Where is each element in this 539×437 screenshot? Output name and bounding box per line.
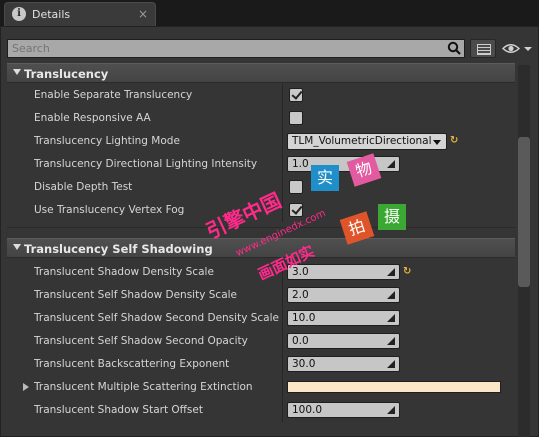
- column-divider[interactable]: [282, 307, 283, 330]
- row-shadow-start-offset: Translucent Shadow Start Offset 100.0: [7, 399, 515, 422]
- column-divider[interactable]: [282, 176, 283, 199]
- property-label: Translucent Backscattering Exponent: [34, 358, 230, 370]
- row-self-shadow-density: Translucent Self Shadow Density Scale 2.…: [7, 284, 515, 307]
- info-icon: i: [12, 7, 26, 21]
- chevron-down-icon: [433, 140, 441, 145]
- column-divider[interactable]: [282, 399, 283, 422]
- section-translucency[interactable]: Translucency: [7, 63, 515, 83]
- depth-test-checkbox[interactable]: [289, 180, 303, 194]
- property-label: Enable Separate Translucency: [34, 89, 193, 101]
- tab-title: Details: [32, 8, 71, 21]
- reset-to-default-icon[interactable]: ↻: [450, 135, 458, 146]
- drag-grip-icon: [387, 314, 395, 322]
- property-label: Translucency Directional Lighting Intens…: [34, 158, 258, 170]
- column-divider[interactable]: [282, 130, 283, 153]
- property-label: Disable Depth Test: [34, 181, 133, 193]
- shadow-density-scale-input[interactable]: 3.0: [287, 264, 400, 280]
- property-label: Translucent Self Shadow Density Scale: [34, 289, 238, 301]
- search-icon[interactable]: [447, 41, 461, 55]
- numeric-value: 30.0: [292, 358, 316, 370]
- drag-grip-icon: [387, 337, 395, 345]
- column-divider[interactable]: [282, 353, 283, 376]
- drag-grip-icon: [387, 406, 395, 414]
- extinction-color-swatch[interactable]: [287, 381, 501, 393]
- property-label: Enable Responsive AA: [34, 112, 151, 124]
- watermark-badge: 实: [311, 165, 339, 191]
- search-row: [7, 39, 535, 59]
- backscattering-exponent-input[interactable]: 30.0: [287, 356, 400, 372]
- row-multiple-scattering-extinction: Translucent Multiple Scattering Extincti…: [7, 376, 515, 399]
- column-divider[interactable]: [282, 84, 283, 107]
- property-label: Translucent Self Shadow Second Density S…: [34, 312, 279, 324]
- drag-grip-icon: [387, 268, 395, 276]
- tab-bar: i Details ×: [0, 0, 539, 26]
- row-directional-intensity: Translucency Directional Lighting Intens…: [7, 153, 515, 176]
- column-divider[interactable]: [282, 153, 283, 176]
- close-icon[interactable]: ×: [138, 7, 148, 21]
- drag-grip-icon: [387, 160, 395, 168]
- separate-translucency-checkbox[interactable]: [289, 88, 303, 102]
- numeric-value: 2.0: [292, 289, 309, 301]
- dropdown-value: TLM_VolumetricDirectional: [292, 135, 432, 147]
- numeric-value: 100.0: [292, 404, 323, 416]
- row-lighting-mode: Translucency Lighting Mode TLM_Volumetri…: [7, 130, 515, 153]
- property-label: Translucent Shadow Start Offset: [34, 404, 203, 416]
- vertex-fog-checkbox[interactable]: [289, 203, 303, 217]
- numeric-value: 1.0: [292, 158, 309, 170]
- property-matrix-button[interactable]: [470, 39, 496, 58]
- view-options-eye-icon[interactable]: [501, 39, 533, 58]
- numeric-value: 10.0: [292, 312, 316, 324]
- self-shadow-density-input[interactable]: 2.0: [287, 287, 400, 303]
- row-second-density: Translucent Self Shadow Second Density S…: [7, 307, 515, 330]
- shadow-start-offset-input[interactable]: 100.0: [287, 402, 400, 418]
- row-second-opacity: Translucent Self Shadow Second Opacity 0…: [7, 330, 515, 353]
- second-opacity-input[interactable]: 0.0: [287, 333, 400, 349]
- column-divider[interactable]: [282, 330, 283, 353]
- property-label: Translucent Self Shadow Second Opacity: [34, 335, 248, 347]
- property-label: Use Translucency Vertex Fog: [34, 204, 185, 216]
- expand-arrow-icon[interactable]: [23, 383, 29, 391]
- lighting-mode-dropdown[interactable]: TLM_VolumetricDirectional: [287, 133, 447, 150]
- scrollbar-thumb[interactable]: [518, 137, 530, 287]
- numeric-value: 0.0: [292, 335, 309, 347]
- watermark-badge: 摄: [378, 204, 406, 230]
- drag-grip-icon: [387, 291, 395, 299]
- column-divider[interactable]: [282, 107, 283, 130]
- property-label: Translucent Multiple Scattering Extincti…: [34, 381, 253, 393]
- row-backscattering-exponent: Translucent Backscattering Exponent 30.0: [7, 353, 515, 376]
- property-label: Translucent Shadow Density Scale: [34, 266, 214, 278]
- section-title: Translucency: [24, 67, 109, 81]
- row-enable-responsive-aa: Enable Responsive AA: [7, 107, 515, 130]
- collapse-arrow-icon: [13, 244, 21, 250]
- reset-to-default-icon[interactable]: ↻: [403, 266, 411, 277]
- tab-details[interactable]: i Details ×: [4, 2, 156, 26]
- drag-grip-icon: [387, 360, 395, 368]
- property-label: Translucency Lighting Mode: [34, 135, 180, 147]
- search-input[interactable]: [7, 39, 465, 58]
- section-separator: [7, 227, 515, 228]
- row-enable-separate-translucency: Enable Separate Translucency: [7, 84, 515, 107]
- grid-icon: [477, 44, 491, 55]
- directional-intensity-input[interactable]: 1.0: [287, 156, 400, 172]
- second-density-input[interactable]: 10.0: [287, 310, 400, 326]
- column-divider[interactable]: [282, 284, 283, 307]
- collapse-arrow-icon: [13, 69, 21, 75]
- responsive-aa-checkbox[interactable]: [289, 111, 303, 125]
- section-title: Translucency Self Shadowing: [24, 242, 213, 256]
- column-divider[interactable]: [282, 376, 283, 399]
